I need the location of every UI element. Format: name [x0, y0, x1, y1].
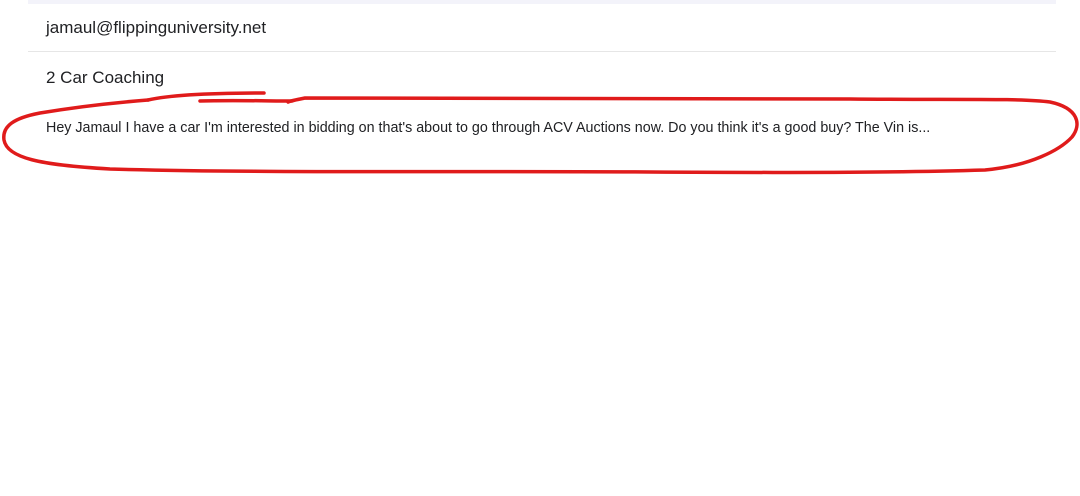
message-body-row[interactable]: Hey Jamaul I have a car I'm interested i…	[28, 99, 1056, 159]
email-address-row[interactable]: jamaul@flippinguniversity.net	[28, 4, 1056, 52]
message-body-preview[interactable]: Hey Jamaul I have a car I'm interested i…	[46, 120, 930, 136]
subject-row[interactable]: 2 Car Coaching	[28, 53, 1056, 99]
email-address[interactable]: jamaul@flippinguniversity.net	[46, 18, 266, 38]
message-detail-panel: jamaul@flippinguniversity.net 2 Car Coac…	[0, 0, 1080, 496]
subject-line[interactable]: 2 Car Coaching	[46, 68, 164, 88]
